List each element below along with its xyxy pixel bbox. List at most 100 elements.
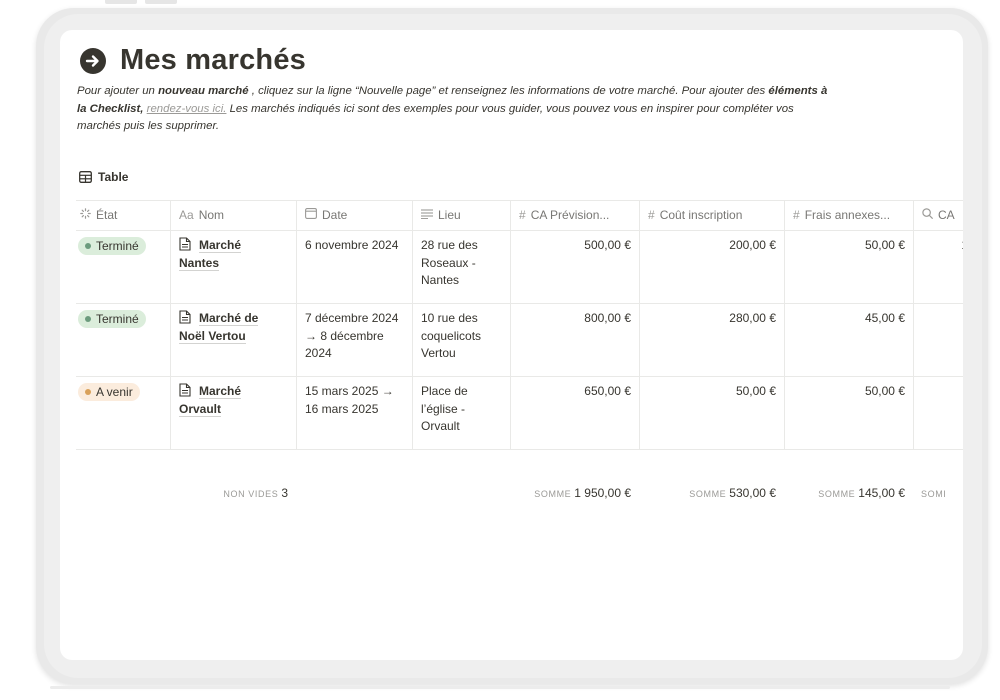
- number-icon: #: [648, 208, 655, 223]
- column-header-date[interactable]: Date: [296, 201, 412, 230]
- table-icon: [79, 171, 92, 183]
- calc-value: 530,00 €: [729, 486, 776, 500]
- tablet-bottom-edge: [50, 686, 950, 689]
- column-header-nom[interactable]: Aa Nom: [170, 201, 296, 230]
- column-label: Date: [322, 208, 348, 222]
- status-label: A venir: [96, 385, 133, 399]
- table-row[interactable]: Terminé Marché Nantes 6 novembre 2024 28 …: [76, 230, 963, 304]
- sum-ca[interactable]: SOMI: [913, 478, 963, 508]
- ca-prevision-cell[interactable]: 650,00 €: [510, 376, 639, 449]
- date-cell[interactable]: 6 novembre 2024: [296, 230, 412, 303]
- text-lines-icon: [421, 201, 433, 230]
- desc-text: Pour ajouter un: [77, 85, 159, 97]
- ca-cell[interactable]: [913, 376, 963, 449]
- page-name: Noël Vertou: [179, 328, 246, 344]
- number-icon: #: [519, 208, 526, 223]
- page-name: Marché: [199, 384, 242, 399]
- column-header-ca-prevision[interactable]: # CA Prévision...: [510, 201, 639, 230]
- column-header-ca[interactable]: CA: [913, 201, 963, 230]
- checklist-link[interactable]: rendez-vous ici.: [147, 103, 227, 115]
- cout-inscription-cell[interactable]: 280,00 €: [639, 303, 784, 376]
- count-calculation[interactable]: NON VIDES 3: [170, 478, 296, 508]
- page-icon: [179, 237, 191, 251]
- calendar-icon: [305, 201, 317, 230]
- view-tab-label: Table: [98, 170, 129, 184]
- title-icon: Aa: [179, 208, 194, 223]
- ca-prevision-cell[interactable]: 500,00 €: [510, 230, 639, 303]
- calc-label: SOMI: [921, 489, 947, 499]
- status-dot: [85, 388, 91, 395]
- status-icon: [80, 201, 91, 230]
- ca-cell[interactable]: 1: [913, 230, 963, 303]
- page-link[interactable]: Marché Orvault: [179, 383, 242, 417]
- lieu-cell[interactable]: 10 rue des coquelicots Vertou: [412, 303, 510, 376]
- status-badge: Terminé: [78, 237, 146, 255]
- calc-label: SOMME: [818, 489, 856, 499]
- page-icon: [179, 383, 191, 397]
- status-cell[interactable]: Terminé: [76, 303, 170, 376]
- frais-annexes-cell[interactable]: 45,00 €: [784, 303, 913, 376]
- name-cell[interactable]: Marché Nantes: [170, 230, 296, 303]
- status-cell[interactable]: Terminé: [76, 230, 170, 303]
- calc-label: SOMME: [534, 489, 572, 499]
- column-header-frais-annexes[interactable]: # Frais annexes...: [784, 201, 913, 230]
- date-cell[interactable]: 15 mars 2025 → 16 mars 2025: [296, 376, 412, 449]
- page-link[interactable]: Marché de Noël Vertou: [179, 310, 259, 344]
- cout-inscription-cell[interactable]: 200,00 €: [639, 230, 784, 303]
- status-badge: Terminé: [78, 310, 146, 328]
- page-icon: [179, 310, 191, 324]
- table-footer: NON VIDES 3 SOMME 1 950,00 € SOMME 530,00 €…: [76, 478, 963, 508]
- column-label: État: [96, 208, 118, 222]
- column-header-etat[interactable]: État: [76, 201, 170, 230]
- top-tab-stubs: [105, 0, 177, 8]
- cout-inscription-cell[interactable]: 50,00 €: [639, 376, 784, 449]
- status-label: Terminé: [96, 312, 139, 326]
- column-label: Nom: [198, 208, 225, 222]
- ca-prevision-cell[interactable]: 800,00 €: [510, 303, 639, 376]
- column-header-cout-inscription[interactable]: # Coût inscription: [639, 201, 784, 230]
- date-cell[interactable]: 7 décembre 2024 → 8 décembre 2024: [296, 303, 412, 376]
- page-header: Mes marchés: [80, 44, 306, 77]
- page-name: Orvault: [179, 401, 222, 417]
- page-description: Pour ajouter un nouveau marché , cliquez…: [77, 83, 837, 136]
- desc-bold: nouveau marché: [158, 85, 249, 97]
- table-row[interactable]: Terminé Marché de Noël Vertou 7 décembre …: [76, 303, 963, 377]
- calc-label: NON VIDES: [223, 489, 279, 499]
- status-badge: A venir: [78, 383, 140, 401]
- frais-annexes-cell[interactable]: 50,00 €: [784, 376, 913, 449]
- calc-label: SOMME: [689, 489, 727, 499]
- column-label: Coût inscription: [659, 208, 743, 222]
- calc-value: 145,00 €: [858, 486, 905, 500]
- ca-cell[interactable]: [913, 303, 963, 376]
- frais-annexes-cell[interactable]: 50,00 €: [784, 230, 913, 303]
- number-icon: #: [793, 208, 800, 223]
- arrow-right-circle-icon: [80, 47, 106, 74]
- lieu-cell[interactable]: 28 rue des Roseaux - Nantes: [412, 230, 510, 303]
- search-icon: [922, 201, 933, 230]
- status-label: Terminé: [96, 239, 139, 253]
- status-cell[interactable]: A venir: [76, 376, 170, 449]
- column-label: Frais annexes...: [804, 208, 891, 222]
- column-label: CA Prévision...: [530, 208, 610, 222]
- lieu-cell[interactable]: Place de l’église - Orvault: [412, 376, 510, 449]
- name-cell[interactable]: Marché Orvault: [170, 376, 296, 449]
- column-label: CA: [938, 208, 955, 222]
- column-label: Lieu: [438, 208, 461, 222]
- page-link[interactable]: Marché Nantes: [179, 237, 242, 271]
- calc-value: 3: [281, 486, 288, 500]
- page-name: Nantes: [179, 255, 220, 271]
- column-header-lieu[interactable]: Lieu: [412, 201, 510, 230]
- calc-value: 1 950,00 €: [574, 486, 631, 500]
- page-name: Marché: [199, 238, 242, 253]
- status-dot: [85, 242, 91, 249]
- sum-cout-inscription[interactable]: SOMME 530,00 €: [639, 478, 784, 508]
- sum-frais-annexes[interactable]: SOMME 145,00 €: [784, 478, 913, 508]
- name-cell[interactable]: Marché de Noël Vertou: [170, 303, 296, 376]
- page-name: Marché de: [199, 311, 259, 326]
- notion-page: Mes marchés Pour ajouter un nouveau marc…: [60, 30, 963, 660]
- page-title: Mes marchés: [120, 44, 306, 76]
- view-tab-table[interactable]: Table: [79, 170, 128, 184]
- sum-ca-prevision[interactable]: SOMME 1 950,00 €: [510, 478, 639, 508]
- table-header: État Aa Nom Date Lieu # CA Prévision... # C…: [76, 200, 963, 231]
- table-row[interactable]: A venir Marché Orvault 15 mars 2025 → 16 …: [76, 376, 963, 450]
